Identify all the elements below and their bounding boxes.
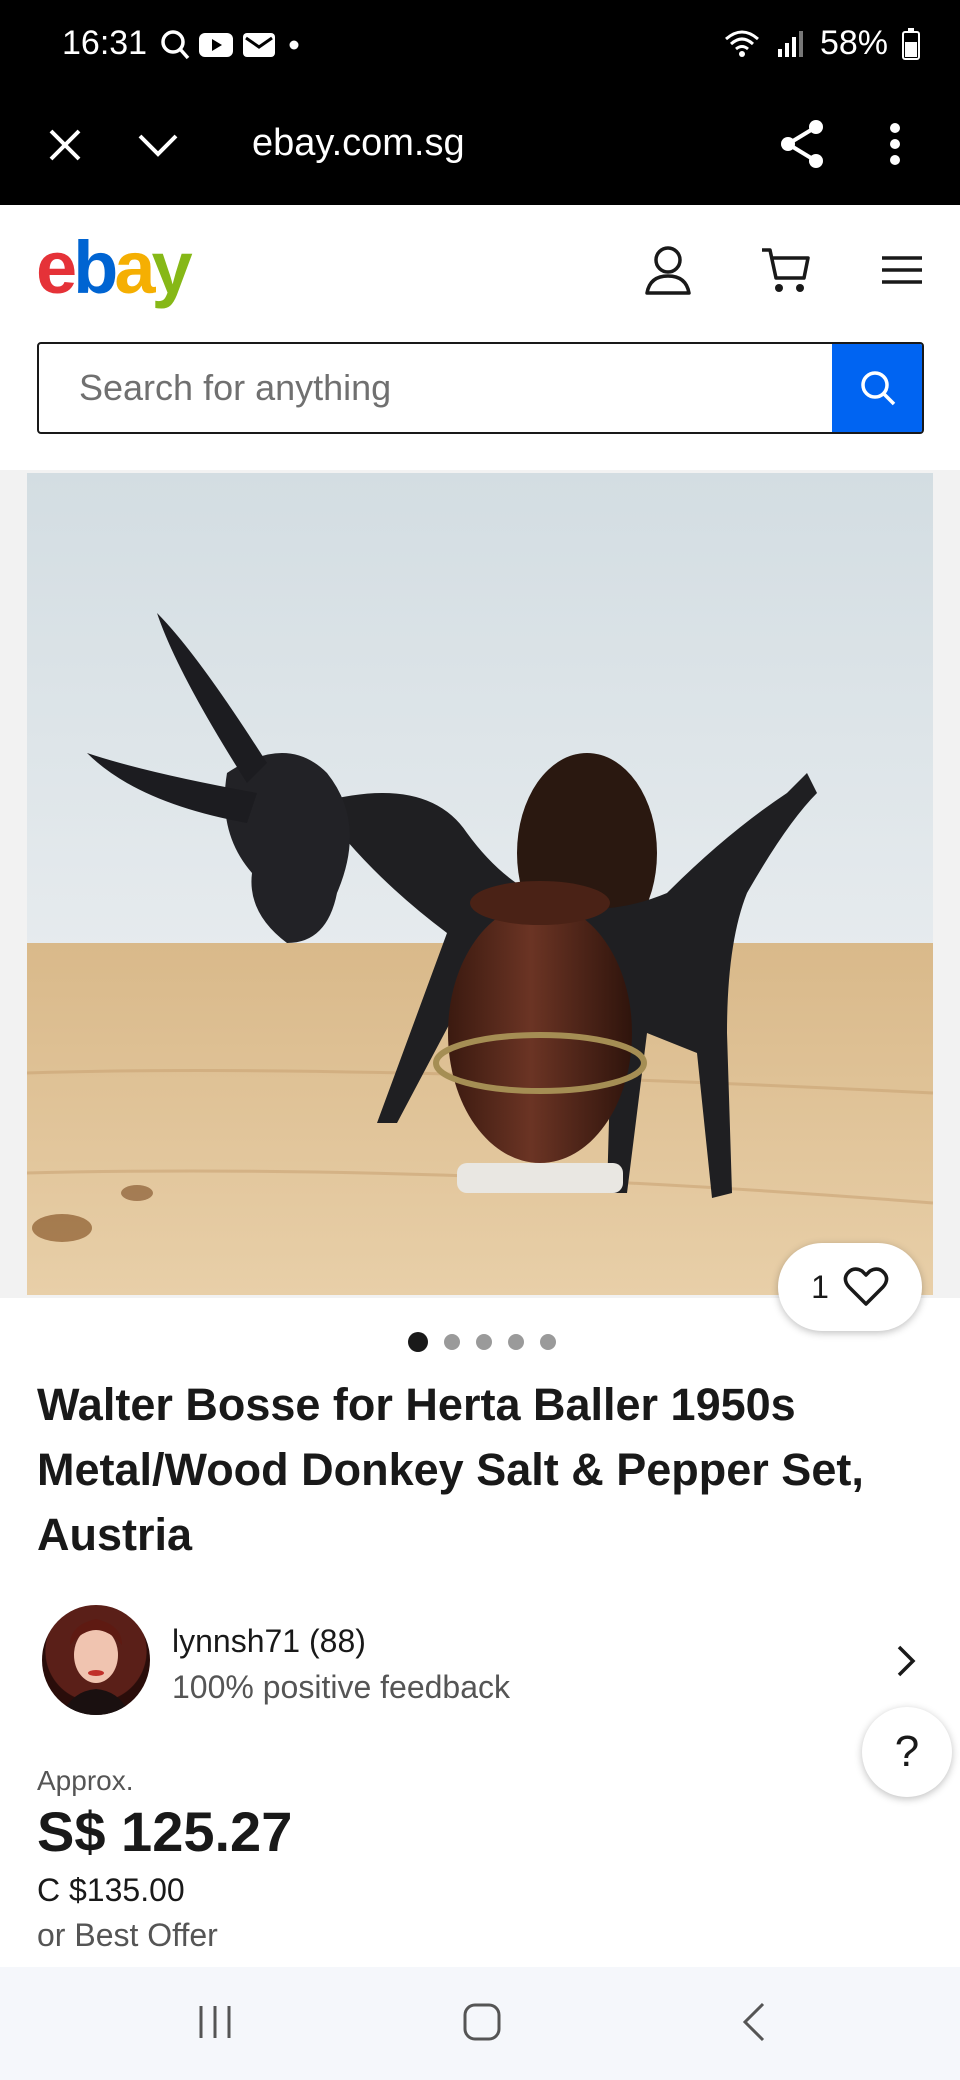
account-icon xyxy=(645,246,691,295)
image-gallery[interactable] xyxy=(0,470,960,1298)
close-icon xyxy=(49,129,81,161)
chevron-right-icon xyxy=(897,1645,916,1677)
pagination-dot-4[interactable] xyxy=(508,1334,524,1350)
menu-button[interactable] xyxy=(874,247,930,293)
youtube-icon xyxy=(199,33,233,57)
back-button[interactable] xyxy=(724,1997,784,2047)
price-section: Approx. S$ 125.27 C $135.00 or Best Offe… xyxy=(37,1765,292,1954)
system-nav-bar xyxy=(0,1967,960,2080)
logo-letter-b: b xyxy=(73,226,118,309)
cart-icon xyxy=(762,248,810,292)
search-button[interactable] xyxy=(832,344,922,432)
browser-toolbar: ebay.com.sg xyxy=(0,90,960,205)
search-bar xyxy=(37,342,924,434)
account-button[interactable] xyxy=(640,240,696,300)
search-icon xyxy=(161,30,190,60)
status-bar: 16:31 58% xyxy=(0,0,960,90)
pagination-dot-3[interactable] xyxy=(476,1334,492,1350)
battery-icon xyxy=(902,27,920,60)
more-options-button[interactable] xyxy=(870,116,920,172)
status-time: 16:31 xyxy=(62,24,148,62)
logo-letter-y: y xyxy=(151,226,193,309)
share-button[interactable] xyxy=(774,116,830,172)
search-input[interactable] xyxy=(39,344,832,432)
ebay-logo[interactable]: ebay xyxy=(36,225,193,310)
home-icon xyxy=(463,2003,501,2041)
menu-icon xyxy=(882,256,922,284)
help-button[interactable]: ? xyxy=(862,1707,952,1797)
price: S$ 125.27 xyxy=(37,1800,293,1863)
seller-feedback: 100% positive feedback xyxy=(172,1669,510,1705)
back-icon xyxy=(742,2002,765,2042)
help-label: ? xyxy=(894,1727,920,1776)
pagination-dot-5[interactable] xyxy=(540,1334,556,1350)
chevron-down-icon xyxy=(138,134,178,157)
logo-letter-a: a xyxy=(114,226,155,309)
best-offer-label: or Best Offer xyxy=(37,1917,218,1953)
status-system-icons: 58% xyxy=(722,24,920,63)
pagination-dot-1[interactable] xyxy=(408,1332,428,1352)
site-header: ebay xyxy=(0,205,960,470)
seller-avatar xyxy=(42,1605,150,1715)
mail-icon xyxy=(243,33,275,57)
logo-letter-e: e xyxy=(36,226,77,309)
listing-title: Walter Bosse for Herta Baller 1950s Meta… xyxy=(37,1379,864,1560)
search-icon xyxy=(861,371,896,406)
product-image xyxy=(27,473,933,1295)
cart-button[interactable] xyxy=(756,240,816,300)
signal-icon xyxy=(777,30,803,57)
dot-icon xyxy=(289,40,299,50)
heart-icon xyxy=(843,1267,889,1306)
recent-apps-button[interactable] xyxy=(185,1997,245,2047)
url-text[interactable]: ebay.com.sg xyxy=(252,122,465,165)
watch-count: 1 xyxy=(811,1268,829,1305)
image-pagination xyxy=(408,1332,556,1352)
approx-label: Approx. xyxy=(37,1765,134,1796)
share-icon xyxy=(781,120,823,168)
pagination-dot-2[interactable] xyxy=(444,1334,460,1350)
more-vert-icon xyxy=(890,123,900,165)
home-button[interactable] xyxy=(452,1997,512,2047)
status-notification-icons xyxy=(160,28,304,62)
original-price: C $135.00 xyxy=(37,1872,185,1908)
recent-apps-icon xyxy=(199,2006,231,2038)
seller-name: lynnsh71 (88) xyxy=(172,1623,366,1659)
watch-button[interactable]: 1 xyxy=(778,1243,922,1331)
minimize-button[interactable] xyxy=(132,120,184,170)
battery-percent: 58% xyxy=(819,24,888,62)
seller-info[interactable]: lynnsh71 (88) 100% positive feedback xyxy=(37,1605,927,1720)
wifi-icon xyxy=(724,30,759,57)
product-photo[interactable] xyxy=(27,473,933,1295)
close-tab-button[interactable] xyxy=(40,120,90,170)
